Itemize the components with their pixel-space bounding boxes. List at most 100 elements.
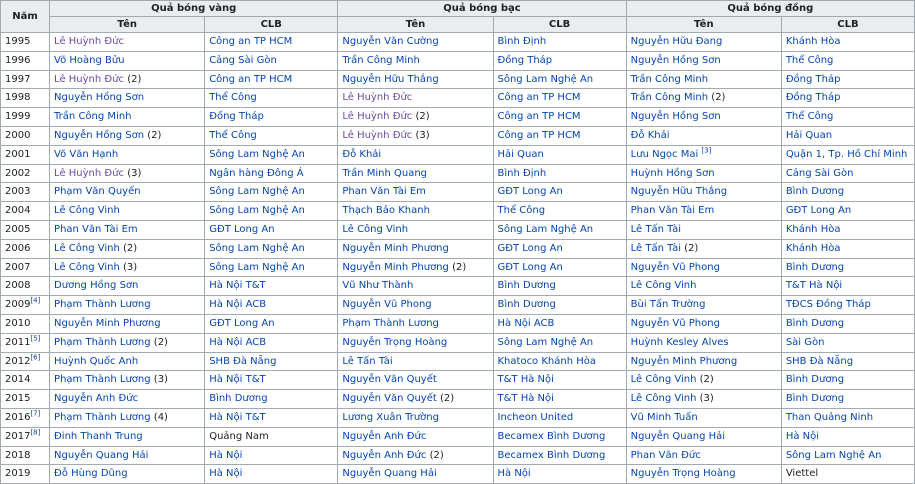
- club-link[interactable]: SHB Đà Nẵng: [786, 356, 853, 367]
- club-link[interactable]: T&T Hà Nội: [498, 393, 554, 404]
- player-link[interactable]: Lê Huỳnh Đức: [342, 92, 412, 103]
- club-link[interactable]: Thể Công: [209, 92, 257, 103]
- reference-link[interactable]: [5]: [30, 334, 40, 342]
- player-link[interactable]: Lê Công Vinh: [54, 262, 120, 273]
- player-link[interactable]: Huỳnh Quốc Anh: [54, 356, 138, 367]
- club-link[interactable]: Incheon United: [498, 412, 574, 423]
- club-link[interactable]: Cảng Sài Gòn: [209, 55, 277, 66]
- club-link[interactable]: Hải Quan: [786, 130, 832, 141]
- player-link[interactable]: Đỗ Khải: [342, 149, 381, 160]
- player-link[interactable]: Phan Văn Tài Em: [54, 224, 138, 235]
- player-link[interactable]: Nguyễn Hồng Sơn: [631, 111, 721, 122]
- club-link[interactable]: Hà Nội T&T: [209, 374, 265, 385]
- reference-link[interactable]: [8]: [30, 428, 40, 436]
- player-link[interactable]: Trần Công Minh: [342, 55, 419, 66]
- player-link[interactable]: Nguyễn Minh Phương: [342, 262, 449, 273]
- player-link[interactable]: Nguyễn Vũ Phong: [342, 299, 431, 310]
- club-link[interactable]: Đồng Tháp: [498, 55, 553, 66]
- club-link[interactable]: Bình Định: [498, 36, 547, 47]
- club-link[interactable]: GĐT Long An: [209, 318, 274, 329]
- club-link[interactable]: Công an TP HCM: [209, 36, 292, 47]
- club-link[interactable]: Bình Dương: [786, 318, 844, 329]
- reference-link[interactable]: [4]: [30, 297, 40, 305]
- club-link[interactable]: Sông Lam Nghệ An: [498, 74, 594, 85]
- player-link[interactable]: Nguyễn Trọng Hoàng: [631, 468, 736, 479]
- club-link[interactable]: Đồng Tháp: [786, 74, 841, 85]
- player-link[interactable]: Nguyễn Vũ Phong: [631, 262, 720, 273]
- club-link[interactable]: Sông Lam Nghệ An: [209, 243, 305, 254]
- club-link[interactable]: Đồng Tháp: [209, 111, 264, 122]
- player-link[interactable]: Huỳnh Hồng Sơn: [631, 168, 715, 179]
- player-link[interactable]: Lê Công Vinh: [631, 393, 697, 404]
- player-link[interactable]: Trần Công Minh: [631, 74, 708, 85]
- player-link[interactable]: Nguyễn Hữu Thắng: [342, 74, 438, 85]
- player-link[interactable]: Đinh Thanh Trung: [54, 431, 143, 442]
- club-link[interactable]: Sông Lam Nghệ An: [209, 186, 305, 197]
- club-link[interactable]: T&T Hà Nội: [786, 280, 842, 291]
- player-link[interactable]: Nguyễn Minh Phương: [631, 356, 738, 367]
- club-link[interactable]: Becamex Bình Dương: [498, 450, 606, 461]
- player-link[interactable]: Lê Huỳnh Đức: [342, 111, 412, 122]
- player-link[interactable]: Dương Hồng Sơn: [54, 280, 138, 291]
- player-link[interactable]: Trần Công Minh: [54, 111, 131, 122]
- club-link[interactable]: Bình Dương: [786, 186, 844, 197]
- player-link[interactable]: Lê Công Vinh: [342, 224, 408, 235]
- player-link[interactable]: Phan Văn Tài Em: [342, 186, 426, 197]
- player-link[interactable]: Nguyễn Hữu Đang: [631, 36, 723, 47]
- player-link[interactable]: Lương Xuân Trường: [342, 412, 439, 423]
- player-link[interactable]: Nguyễn Trọng Hoàng: [342, 337, 447, 348]
- club-link[interactable]: Sông Lam Nghệ An: [786, 450, 882, 461]
- club-link[interactable]: GĐT Long An: [209, 224, 274, 235]
- player-link[interactable]: Phạm Văn Quyến: [54, 186, 141, 197]
- player-link[interactable]: Lê Huỳnh Đức: [54, 168, 124, 179]
- player-link[interactable]: Bùi Tấn Trường: [631, 299, 706, 310]
- club-link[interactable]: Hà Nội T&T: [209, 280, 265, 291]
- club-link[interactable]: SHB Đà Nẵng: [209, 356, 276, 367]
- player-link[interactable]: Nguyễn Quang Hải: [631, 431, 725, 442]
- player-link[interactable]: Lê Công Vinh: [54, 205, 120, 216]
- club-link[interactable]: Than Quảng Ninh: [786, 412, 873, 423]
- player-link[interactable]: Võ Văn Hạnh: [54, 149, 118, 160]
- club-link[interactable]: Hà Nội: [209, 468, 242, 479]
- club-link[interactable]: GĐT Long An: [498, 262, 563, 273]
- club-link[interactable]: Sông Lam Nghệ An: [209, 262, 305, 273]
- player-link[interactable]: Phạm Thành Lương: [54, 412, 151, 423]
- club-link[interactable]: Bình Dương: [786, 393, 844, 404]
- club-link[interactable]: Hà Nội ACB: [498, 318, 555, 329]
- player-link[interactable]: Phạm Thành Lương: [342, 318, 439, 329]
- player-link[interactable]: Nguyễn Quang Hải: [342, 468, 436, 479]
- club-link[interactable]: Hà Nội: [498, 468, 531, 479]
- reference-link[interactable]: [6]: [30, 353, 40, 361]
- club-link[interactable]: Sông Lam Nghệ An: [498, 337, 594, 348]
- player-link[interactable]: Nguyễn Văn Cường: [342, 36, 438, 47]
- club-link[interactable]: GĐT Long An: [498, 186, 563, 197]
- player-link[interactable]: Phạm Thành Lương: [54, 374, 151, 385]
- player-link[interactable]: Lê Công Vinh: [54, 243, 120, 254]
- club-link[interactable]: Bình Định: [498, 168, 547, 179]
- player-link[interactable]: Lê Công Vinh: [631, 280, 697, 291]
- player-link[interactable]: Trần Công Minh: [631, 92, 708, 103]
- club-link[interactable]: Sông Lam Nghệ An: [209, 149, 305, 160]
- club-link[interactable]: Đồng Tháp: [786, 92, 841, 103]
- club-link[interactable]: Bình Dương: [498, 299, 556, 310]
- player-link[interactable]: Nguyễn Anh Đức: [54, 393, 138, 404]
- club-link[interactable]: Thể Công: [786, 55, 834, 66]
- player-link[interactable]: Trần Minh Quang: [342, 168, 427, 179]
- club-link[interactable]: TĐCS Đồng Tháp: [786, 299, 871, 310]
- player-link[interactable]: Nguyễn Hồng Sơn: [54, 92, 144, 103]
- club-link[interactable]: Sông Lam Nghệ An: [209, 205, 305, 216]
- player-link[interactable]: Vũ Như Thành: [342, 280, 413, 291]
- reference-link[interactable]: [7]: [30, 410, 40, 418]
- player-link[interactable]: Nguyễn Hữu Thắng: [631, 186, 727, 197]
- club-link[interactable]: Ngân hàng Đông Á: [209, 168, 303, 179]
- club-link[interactable]: Quận 1, Tp. Hồ Chí Minh: [786, 149, 908, 160]
- player-link[interactable]: Nguyễn Vũ Phong: [631, 318, 720, 329]
- club-link[interactable]: Sông Lam Nghệ An: [498, 224, 594, 235]
- club-link[interactable]: Cảng Sài Gòn: [786, 168, 854, 179]
- club-link[interactable]: Hà Nội: [786, 431, 819, 442]
- club-link[interactable]: Bình Dương: [786, 374, 844, 385]
- club-link[interactable]: Hải Quan: [498, 149, 544, 160]
- player-link[interactable]: Nguyễn Văn Quyết: [342, 374, 436, 385]
- player-link[interactable]: Lê Huỳnh Đức: [54, 74, 124, 85]
- club-link[interactable]: Hà Nội ACB: [209, 299, 266, 310]
